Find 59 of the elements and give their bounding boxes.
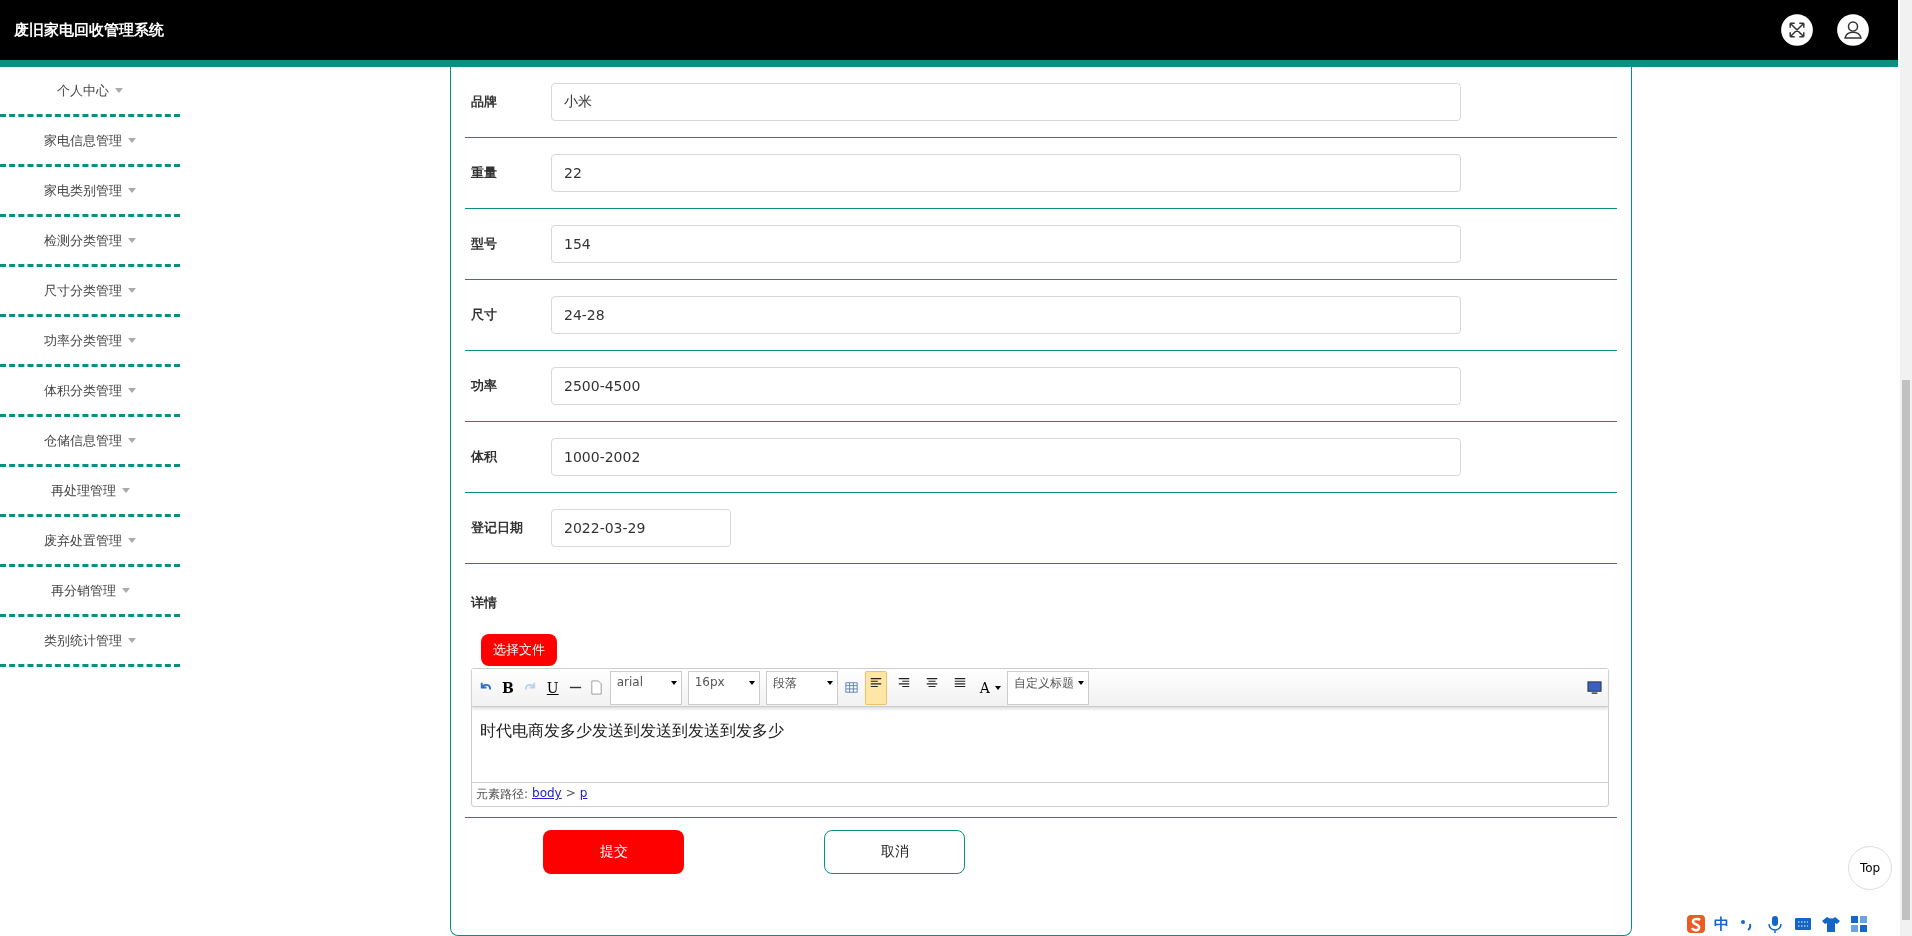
dropdown-select[interactable]: arial: [609, 670, 682, 705]
input-mode-label[interactable]: 中: [1714, 914, 1729, 934]
field-label: 体积: [469, 448, 498, 466]
input-field[interactable]: 22: [551, 154, 1461, 192]
align-lines-icon: [924, 675, 939, 690]
dropdown-select[interactable]: 16px: [687, 670, 760, 705]
submit-button[interactable]: 提交: [543, 830, 684, 874]
field-label: 尺寸: [470, 306, 498, 324]
field-label: 详情: [471, 594, 498, 612]
sidebar-item[interactable]: 类别统计管理: [0, 617, 180, 667]
input-field[interactable]: 2500-4500: [551, 367, 1461, 405]
scrollbar[interactable]: [1900, 0, 1912, 936]
input-field[interactable]: 24-28: [551, 296, 1461, 334]
underline-button[interactable]: U: [543, 679, 562, 696]
path-link[interactable]: p: [579, 786, 588, 803]
align-lines-icon: [868, 675, 883, 690]
choose-file-button[interactable]: 选择文件: [481, 634, 557, 666]
sidebar-item[interactable]: 检测分类管理: [0, 217, 180, 267]
microphone-icon[interactable]: [1765, 914, 1785, 934]
align-button[interactable]: [864, 670, 887, 705]
dropdown-select[interactable]: 段落: [765, 670, 838, 705]
input-field[interactable]: 1000-2002: [551, 438, 1461, 476]
sidebar-item[interactable]: 尺寸分类管理: [0, 267, 180, 317]
heading-select[interactable]: 自定义标题: [1006, 670, 1089, 705]
field-label: 重量: [470, 164, 498, 182]
field-label: 登记日期: [470, 519, 524, 537]
field-label: 型号: [470, 235, 498, 253]
sidebar-item[interactable]: 仓储信息管理: [0, 417, 180, 467]
path-label: 元素路径:: [476, 786, 529, 803]
sidebar-item[interactable]: 废弃处置管理: [0, 517, 180, 567]
path-link[interactable]: body: [532, 786, 562, 803]
editor-text: 时代电商发多少发送到发送到发送到发多少: [480, 721, 784, 740]
fullscreen-icon[interactable]: [1780, 13, 1814, 47]
sidebar-item[interactable]: 再分销管理: [0, 567, 180, 617]
align-lines-icon: [896, 675, 911, 690]
user-icon[interactable]: [1836, 13, 1870, 47]
grid-icon[interactable]: [1849, 914, 1869, 934]
table-icon[interactable]: [843, 680, 859, 695]
shirt-icon[interactable]: [1821, 914, 1841, 934]
path-separator: >: [565, 786, 576, 802]
field-label: 功率: [470, 377, 498, 395]
sidebar-item[interactable]: 功率分类管理: [0, 317, 180, 367]
s-logo-icon[interactable]: [1686, 914, 1706, 934]
sidebar-item[interactable]: 家电信息管理: [0, 117, 180, 167]
bold-button[interactable]: B: [499, 679, 517, 696]
cancel-button[interactable]: 取消: [824, 830, 965, 874]
sidebar-item[interactable]: 家电类别管理: [0, 167, 180, 217]
sidebar-item[interactable]: 个人中心: [0, 67, 180, 117]
top-button[interactable]: Top: [1848, 846, 1892, 890]
app-title: 废旧家电回收管理系统: [14, 20, 164, 40]
sidebar-item[interactable]: 体积分类管理: [0, 367, 180, 417]
date-field[interactable]: 2022-03-29: [551, 509, 731, 547]
input-field[interactable]: 154: [551, 225, 1461, 263]
monitor-icon[interactable]: [1587, 680, 1602, 695]
sidebar-item[interactable]: 再处理管理: [0, 467, 180, 517]
field-label: 品牌: [470, 93, 498, 111]
input-field[interactable]: 小米: [551, 83, 1461, 121]
align-lines-icon: [952, 675, 967, 690]
font-color-button[interactable]: A: [976, 679, 993, 696]
